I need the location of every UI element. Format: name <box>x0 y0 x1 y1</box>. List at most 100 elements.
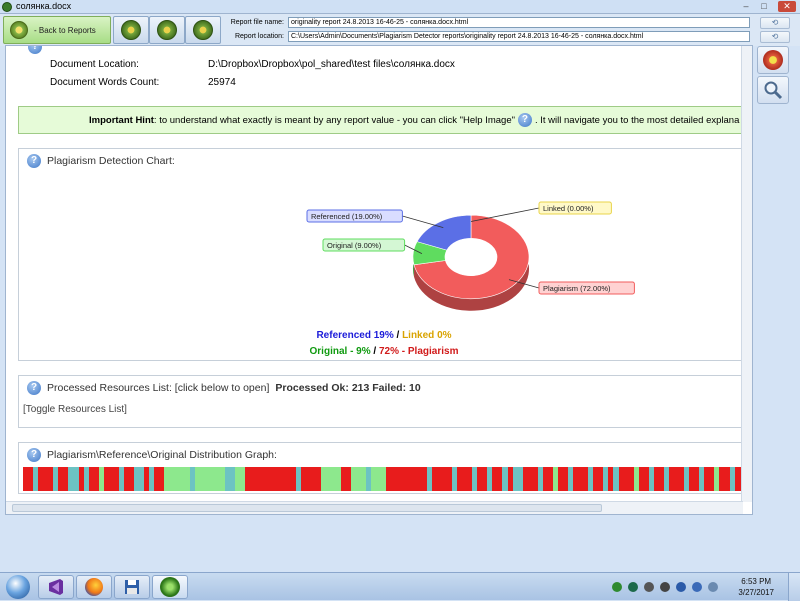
vertical-scrollbar[interactable] <box>741 46 752 502</box>
label-linked: Linked (0.00%) <box>543 204 594 213</box>
close-button[interactable]: ✕ <box>778 1 796 12</box>
show-desktop-button[interactable] <box>788 573 800 601</box>
tray-sync-icon[interactable] <box>644 582 654 592</box>
distribution-segment <box>653 467 664 491</box>
search-side-button[interactable] <box>757 76 789 104</box>
hint-text: : to understand what exactly is meant by… <box>153 114 515 126</box>
taskbar-visual-studio[interactable] <box>38 575 74 599</box>
taskbar-save-app[interactable] <box>114 575 150 599</box>
maximize-button[interactable]: □ <box>756 1 772 12</box>
distribution-segment <box>265 467 296 491</box>
desktop-background <box>0 515 800 572</box>
tray-clock-icon[interactable] <box>628 582 638 592</box>
help-icon[interactable]: ? <box>27 154 41 168</box>
toolbar: - Back to Reports Report file name: orig… <box>0 14 800 46</box>
distribution-segment <box>103 467 119 491</box>
distribution-segment <box>573 467 589 491</box>
resources-title: Processed Resources List: [click below t… <box>47 382 270 394</box>
resources-panel: ? Processed Resources List: [click below… <box>18 375 748 428</box>
distribution-segment <box>68 467 79 491</box>
globe-gear-icon <box>157 20 177 40</box>
leader-line-referenced <box>402 215 444 229</box>
help-icon[interactable]: ? <box>27 381 41 395</box>
distribution-panel: ? Plagiarism\Reference\Original Distribu… <box>18 442 748 494</box>
distribution-segment <box>689 467 700 491</box>
report-content: ? Document Location: D:\Dropbox\Dropbox\… <box>5 45 753 515</box>
plagiarism-chart-panel: ? Plagiarism Detection Chart: Linked (0.… <box>18 148 748 361</box>
distribution-segment <box>300 467 321 491</box>
distribution-segment <box>23 467 34 491</box>
taskbar-plagiarism-detector[interactable] <box>152 575 188 599</box>
tray-volume-icon[interactable] <box>708 582 718 592</box>
start-button[interactable] <box>2 573 34 601</box>
back-to-reports-button[interactable]: - Back to Reports <box>3 16 111 44</box>
chart-panel-title: Plagiarism Detection Chart: <box>47 155 175 167</box>
copy-file-name-button[interactable]: ⟲ <box>760 17 790 29</box>
summary-original: Original - 9% <box>309 346 371 357</box>
distribution-segment <box>512 467 523 491</box>
horizontal-scrollbar[interactable] <box>6 501 743 514</box>
distribution-segment <box>522 467 538 491</box>
document-location-label: Document Location: <box>50 59 139 70</box>
plagiarism-detector-icon <box>160 577 180 597</box>
leader-line-linked <box>470 207 540 222</box>
report-location-field[interactable]: C:\Users\Admin\Documents\Plagiarism Dete… <box>288 31 750 42</box>
red-gear-icon <box>763 50 783 70</box>
distribution-segment <box>593 467 604 491</box>
distribution-segment <box>669 467 685 491</box>
document-words-label: Document Words Count: <box>50 77 160 88</box>
summary-linked: Linked 0% <box>402 330 452 341</box>
distribution-segment <box>542 467 553 491</box>
distribution-segment <box>386 467 412 491</box>
windows-logo-icon <box>6 575 30 599</box>
firefox-icon <box>85 578 103 596</box>
scroll-thumb[interactable] <box>12 504 602 512</box>
distribution-segment <box>245 467 266 491</box>
hint-bold: Important Hint <box>89 114 154 126</box>
magnifier-icon <box>764 81 783 100</box>
distribution-segment <box>234 467 246 491</box>
toggle-resources-link[interactable]: [Toggle Resources List] <box>23 404 127 415</box>
distribution-segment <box>351 467 367 491</box>
tray-bluetooth-icon[interactable] <box>676 582 686 592</box>
donut-chart: Linked (0.00%) Plagiarism (72.00%) Origina… <box>306 201 635 311</box>
settings-button[interactable] <box>113 16 149 44</box>
distribution-segment <box>194 467 225 491</box>
title-bar: солянка.docx – □ ✕ <box>0 0 800 14</box>
label-referenced: Referenced (19.00%) <box>311 212 383 221</box>
distribution-segment <box>38 467 54 491</box>
distribution-segment <box>411 467 427 491</box>
window-title: солянка.docx <box>16 1 72 11</box>
distribution-segment <box>477 467 488 491</box>
floppy-icon <box>125 580 139 594</box>
document-words-value: 25974 <box>208 77 236 88</box>
web-check-button[interactable] <box>149 16 185 44</box>
distribution-segment <box>123 467 135 491</box>
summary-separator: / <box>370 346 379 357</box>
distribution-segment <box>719 467 730 491</box>
distribution-segment <box>492 467 503 491</box>
tray-app-icon[interactable] <box>612 582 622 592</box>
summary-referenced: Referenced 19% <box>316 330 394 341</box>
distribution-segment <box>320 467 341 491</box>
help-icon[interactable]: ? <box>517 113 532 127</box>
distribution-segment <box>431 467 452 491</box>
label-original: Original (9.00%) <box>327 241 382 250</box>
resources-status: Processed Ok: 213 Failed: 10 <box>275 382 421 394</box>
settings-side-button[interactable] <box>757 46 789 74</box>
report-file-field[interactable]: originality report 24.8.2013 16-46-25 - … <box>288 17 750 28</box>
distribution-segment <box>58 467 69 491</box>
copy-location-button[interactable]: ⟲ <box>760 31 790 43</box>
help-icon[interactable]: ? <box>27 448 41 462</box>
label-plagiarism: Plagiarism (72.00%) <box>543 284 611 293</box>
distribution-segment <box>164 467 190 491</box>
distribution-segment <box>154 467 165 491</box>
minimize-button[interactable]: – <box>738 1 754 12</box>
tray-settings-icon[interactable] <box>660 582 670 592</box>
taskbar-clock[interactable]: 6:53 PM 3/27/2017 <box>738 576 774 598</box>
taskbar-firefox[interactable] <box>76 575 112 599</box>
help-icon[interactable]: ? <box>28 46 42 54</box>
hint-text-after: . It will navigate you to the most detai… <box>534 114 740 126</box>
distribution-graph <box>23 467 745 491</box>
tray-network-icon[interactable] <box>692 582 702 592</box>
